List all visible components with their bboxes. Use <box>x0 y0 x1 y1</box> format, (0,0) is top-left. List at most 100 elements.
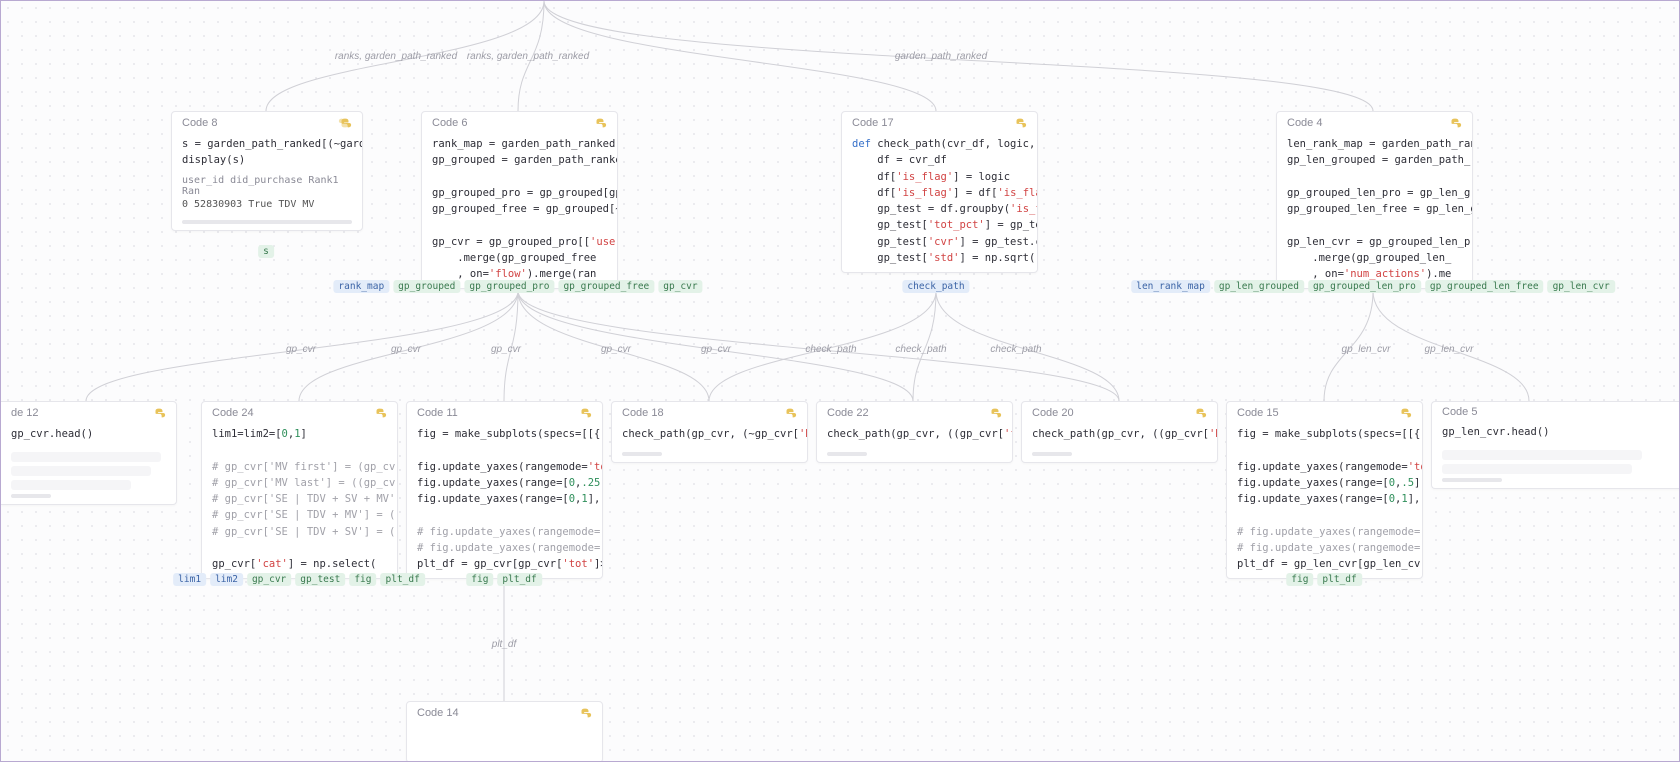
code-body: s = garden_path_ranked[(~garden display(… <box>172 132 362 175</box>
output-pill: plt_df <box>381 573 425 586</box>
node-title: Code 24 <box>212 407 254 419</box>
python-icon <box>988 406 1002 420</box>
output-pill: gp_grouped_len_pro <box>1308 280 1421 293</box>
dag-canvas[interactable]: ranks, garden_path_ranked ranks, garden_… <box>0 0 1680 762</box>
python-icon <box>578 706 592 720</box>
python-icon <box>578 406 592 420</box>
code-body: gp_cvr.head() <box>1 422 176 448</box>
node-title: Code 22 <box>827 407 869 419</box>
code-body: check_path(gp_cvr, ((gp_cvr['Ra <box>1022 422 1217 448</box>
node-title: Code 6 <box>432 117 467 129</box>
output-pill: plt_df <box>497 573 541 586</box>
output-pill: fig <box>349 573 376 586</box>
code-body: fig = make_subplots(specs=[[{'se fig.upd… <box>407 422 602 578</box>
node-code-17[interactable]: Code 17 def check_path(cvr_df, logic, t … <box>841 111 1038 273</box>
output-pill: rank_map <box>333 280 389 293</box>
code-body: gp_len_cvr.head() <box>1432 420 1680 446</box>
code-body: def check_path(cvr_df, logic, t df = cvr… <box>842 132 1037 272</box>
node-title: de 12 <box>11 407 39 419</box>
output-pill: gp_grouped_free <box>558 280 654 293</box>
node-code-22[interactable]: Code 22 check_path(gp_cvr, ((gp_cvr['fl <box>816 401 1013 463</box>
code-body: check_path(gp_cvr, ((gp_cvr['fl <box>817 422 1012 448</box>
edge-label: ranks, garden_path_ranked <box>335 51 457 62</box>
output-pill: gp_grouped_pro <box>464 280 554 293</box>
output-pill: lim1 <box>173 573 206 586</box>
edge-label: gp_cvr <box>491 344 521 355</box>
edge-label: gp_cvr <box>286 344 316 355</box>
node-title: Code 4 <box>1287 117 1322 129</box>
output-pill: gp_grouped <box>393 280 460 293</box>
node-code-20[interactable]: Code 20 check_path(gp_cvr, ((gp_cvr['Ra <box>1021 401 1218 463</box>
code-body: len_rank_map = garden_path_ranke gp_len_… <box>1277 132 1472 288</box>
output-pill: s <box>258 245 274 258</box>
node-code-15[interactable]: Code 15 fig = make_subplots(specs=[[{'se… <box>1226 401 1423 579</box>
node-outputs: lim1 lim2 gp_cvr gp_test fig plt_df <box>171 569 427 587</box>
scrollbar[interactable] <box>622 452 662 456</box>
node-title: Code 14 <box>417 707 459 719</box>
code-body: rank_map = garden_path_ranked[ra gp_grou… <box>422 132 617 288</box>
edge-label: gp_cvr <box>601 344 631 355</box>
node-code-5[interactable]: Code 5 gp_len_cvr.head() <box>1431 401 1680 489</box>
edge-label: ranks, garden_path_ranked <box>467 51 589 62</box>
python-icon <box>1398 406 1412 420</box>
python-icon <box>373 406 387 420</box>
node-code-11[interactable]: Code 11 fig = make_subplots(specs=[[{'se… <box>406 401 603 579</box>
node-outputs: s <box>256 241 276 259</box>
scrollbar[interactable] <box>11 494 51 498</box>
output-pill: check_path <box>902 280 969 293</box>
output-pill: gp_test <box>295 573 345 586</box>
node-code-8[interactable]: Code 8 s = garden_path_ranked[(~garden d… <box>171 111 363 231</box>
python-icon <box>1448 116 1462 130</box>
python-icon <box>152 406 166 420</box>
code-body: check_path(gp_cvr, (~gp_cvr['Ra <box>612 422 807 448</box>
output-table: user_id did_purchase Rank1 Ran 0 5283090… <box>172 175 362 216</box>
node-code-14[interactable]: Code 14 <box>406 701 603 762</box>
edge-label: gp_cvr <box>391 344 421 355</box>
scrollbar[interactable] <box>1442 478 1502 482</box>
edge-label: gp_len_cvr <box>1342 344 1391 355</box>
node-outputs: rank_map gp_grouped gp_grouped_pro gp_group… <box>331 276 704 294</box>
node-outputs: fig plt_df <box>464 569 544 587</box>
output-pill: gp_cvr <box>247 573 291 586</box>
edge-label: gp_len_cvr <box>1425 344 1474 355</box>
output-pill: plt_df <box>1317 573 1361 586</box>
node-title: Code 20 <box>1032 407 1074 419</box>
scrollbar[interactable] <box>1032 452 1072 456</box>
node-code-6[interactable]: Code 6 rank_map = garden_path_ranked[ra … <box>421 111 618 289</box>
node-outputs: len_rank_map gp_len_grouped gp_grouped_len… <box>1129 276 1617 294</box>
python-icon <box>593 116 607 130</box>
output-pill: fig <box>466 573 493 586</box>
edge-label: garden_path_ranked <box>895 51 987 62</box>
edge-label: plt_df <box>492 639 516 650</box>
output-pill: gp_len_grouped <box>1214 280 1304 293</box>
output-pill: gp_grouped_len_free <box>1425 280 1544 293</box>
python-icon <box>1193 406 1207 420</box>
edge-label: check_path <box>895 344 946 355</box>
output-pill: len_rank_map <box>1131 280 1210 293</box>
edge-label: check_path <box>805 344 856 355</box>
output-pill: fig <box>1286 573 1313 586</box>
edge-label: gp_cvr <box>701 344 731 355</box>
node-code-4[interactable]: Code 4 len_rank_map = garden_path_ranke … <box>1276 111 1473 289</box>
code-body: fig = make_subplots(specs=[[{'se fig.upd… <box>1227 422 1422 578</box>
code-body: lim1=lim2=[0,1] # gp_cvr['MV first'] = (… <box>202 422 397 578</box>
edge-label: check_path <box>990 344 1041 355</box>
python-icon <box>338 116 352 130</box>
node-outputs: check_path <box>900 276 971 294</box>
output-pill: lim2 <box>210 573 243 586</box>
node-code-24[interactable]: Code 24 lim1=lim2=[0,1] # gp_cvr['MV fir… <box>201 401 398 579</box>
node-code-18[interactable]: Code 18 check_path(gp_cvr, (~gp_cvr['Ra <box>611 401 808 463</box>
node-title: Code 5 <box>1442 406 1477 418</box>
node-title: Code 18 <box>622 407 664 419</box>
scrollbar[interactable] <box>827 452 867 456</box>
node-code-12[interactable]: de 12 gp_cvr.head() <box>1 401 177 505</box>
scrollbar[interactable] <box>182 220 352 224</box>
node-title: Code 17 <box>852 117 894 129</box>
node-title: Code 15 <box>1237 407 1279 419</box>
python-icon <box>783 406 797 420</box>
output-pill: gp_len_cvr <box>1548 280 1615 293</box>
python-icon <box>1013 116 1027 130</box>
node-outputs: fig plt_df <box>1284 569 1364 587</box>
node-title: Code 11 <box>417 407 458 419</box>
output-pill: gp_cvr <box>658 280 702 293</box>
